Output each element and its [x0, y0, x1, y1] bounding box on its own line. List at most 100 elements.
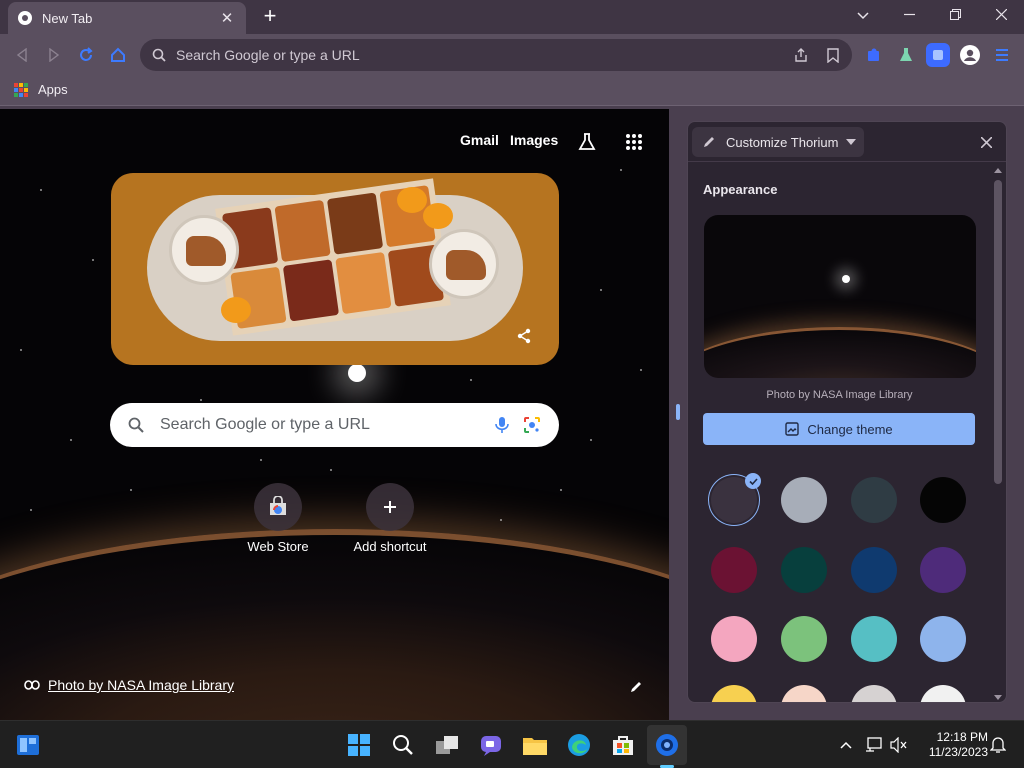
- web-store-icon: [254, 483, 302, 531]
- omnibox-placeholder: Search Google or type a URL: [176, 47, 360, 63]
- shortcut-add[interactable]: Add shortcut: [340, 483, 440, 554]
- store-icon: [613, 736, 633, 755]
- chevron-down-icon: [857, 12, 869, 20]
- bookmarks-bar: Apps: [0, 76, 1024, 106]
- color-swatch-light-grey[interactable]: [851, 685, 897, 702]
- image-icon: [785, 422, 800, 436]
- home-button[interactable]: [107, 44, 129, 66]
- background-credit-link[interactable]: Photo by NASA Image Library: [24, 677, 234, 693]
- theme-preview: [704, 215, 976, 378]
- change-theme-button[interactable]: Change theme: [703, 413, 975, 445]
- lens-search-button[interactable]: [517, 410, 547, 440]
- back-button[interactable]: [11, 44, 33, 66]
- show-hidden-icons-button[interactable]: [836, 735, 856, 755]
- windows-start-icon: [348, 734, 370, 756]
- widgets-button[interactable]: [14, 731, 42, 759]
- tab-title: New Tab: [42, 10, 93, 26]
- checkmark-icon: [745, 473, 761, 489]
- chevron-up-icon: [840, 741, 852, 749]
- side-panel-close-button[interactable]: [976, 132, 996, 152]
- ntp-search-box[interactable]: Search Google or type a URL: [110, 403, 559, 447]
- thorium-browser-button[interactable]: [653, 731, 681, 759]
- color-swatch-peach[interactable]: [781, 685, 827, 702]
- google-doodle[interactable]: [111, 173, 559, 365]
- notifications-button[interactable]: [988, 735, 1008, 755]
- customize-button[interactable]: [626, 677, 646, 697]
- share-page-button[interactable]: [792, 46, 810, 64]
- profile-button[interactable]: [959, 44, 981, 66]
- side-panel-resize-handle[interactable]: [676, 404, 680, 420]
- doodle-share-button[interactable]: [515, 327, 533, 345]
- google-apps-button[interactable]: [623, 131, 645, 153]
- extension-button-1[interactable]: [863, 44, 885, 66]
- color-swatch-dark-teal[interactable]: [781, 547, 827, 593]
- tab-new-tab[interactable]: New Tab ✕: [8, 2, 246, 34]
- apps-label: Apps: [38, 82, 68, 97]
- doodle-pie-left: [169, 215, 239, 285]
- bookmark-star-button[interactable]: [824, 46, 842, 64]
- color-swatch-default-theme[interactable]: [711, 473, 761, 523]
- forward-button[interactable]: [43, 44, 65, 66]
- color-swatch-green[interactable]: [781, 616, 827, 662]
- labs-flask-button[interactable]: [576, 131, 598, 153]
- images-link[interactable]: Images: [510, 132, 558, 148]
- microsoft-store-button[interactable]: [609, 731, 637, 759]
- task-view-button[interactable]: [433, 731, 461, 759]
- reload-button[interactable]: [75, 44, 97, 66]
- bookmark-icon: [827, 47, 839, 63]
- background-credit-text: Photo by NASA Image Library: [48, 677, 234, 693]
- customize-side-panel: Customize Thorium Appearance Photo by NA…: [687, 121, 1007, 703]
- network-icon: [866, 737, 882, 752]
- search-icon: [152, 48, 166, 62]
- tab-strip: New Tab ✕ +: [0, 0, 1024, 34]
- tab-search-button[interactable]: [845, 4, 881, 28]
- edge-button[interactable]: [565, 731, 593, 759]
- volume-muted-icon: [890, 737, 907, 753]
- taskbar-clock[interactable]: 12:18 PM 11/23/2023: [918, 730, 988, 760]
- color-swatch-white[interactable]: [920, 685, 966, 702]
- voice-search-button[interactable]: [487, 410, 517, 440]
- scrollbar-thumb[interactable]: [994, 180, 1002, 484]
- share-icon: [517, 328, 531, 344]
- labs-button[interactable]: [895, 44, 917, 66]
- hamburger-menu-icon: [996, 49, 1008, 61]
- color-swatch-wine[interactable]: [711, 547, 757, 593]
- preview-credit: Photo by NASA Image Library: [766, 389, 913, 401]
- taskbar-search-button[interactable]: [389, 731, 417, 759]
- minimize-button[interactable]: [891, 4, 927, 28]
- color-swatch-pink[interactable]: [711, 616, 757, 662]
- clock-time: 12:18 PM: [936, 730, 988, 744]
- color-swatch-navy[interactable]: [851, 547, 897, 593]
- color-swatch-grey[interactable]: [781, 477, 827, 523]
- menu-button[interactable]: [991, 44, 1013, 66]
- color-swatch-dark-slate[interactable]: [851, 477, 897, 523]
- shortcut-web-store[interactable]: Web Store: [228, 483, 328, 554]
- file-explorer-button[interactable]: [521, 731, 549, 759]
- new-tab-button[interactable]: +: [258, 5, 282, 29]
- edge-icon: [568, 734, 590, 756]
- omnibox[interactable]: Search Google or type a URL: [140, 39, 852, 71]
- volume-button[interactable]: [889, 735, 909, 755]
- flask-icon: [578, 133, 596, 150]
- change-theme-label: Change theme: [807, 421, 893, 437]
- side-panel-selector[interactable]: Customize Thorium: [692, 127, 864, 157]
- side-panel-scrollbar[interactable]: [992, 166, 1004, 702]
- pencil-icon: [704, 137, 714, 147]
- restore-button[interactable]: [937, 4, 973, 28]
- network-button[interactable]: [864, 735, 884, 755]
- color-swatch-purple[interactable]: [920, 547, 966, 593]
- appearance-heading: Appearance: [703, 182, 778, 197]
- teams-chat-button[interactable]: [477, 731, 505, 759]
- apps-shortcut[interactable]: Apps: [14, 82, 68, 97]
- extensions-menu-button[interactable]: [926, 43, 950, 67]
- start-button[interactable]: [345, 731, 373, 759]
- tab-close-icon[interactable]: ✕: [218, 9, 236, 27]
- color-swatch-aqua[interactable]: [851, 616, 897, 662]
- color-swatch-yellow[interactable]: [711, 685, 757, 702]
- doodle-pumpkin-2: [423, 203, 453, 229]
- gmail-link[interactable]: Gmail: [460, 132, 499, 148]
- color-swatch-light-blue[interactable]: [920, 616, 966, 662]
- doodle-pumpkin-1: [397, 187, 427, 213]
- color-swatch-black[interactable]: [920, 477, 966, 523]
- close-window-button[interactable]: [983, 4, 1019, 28]
